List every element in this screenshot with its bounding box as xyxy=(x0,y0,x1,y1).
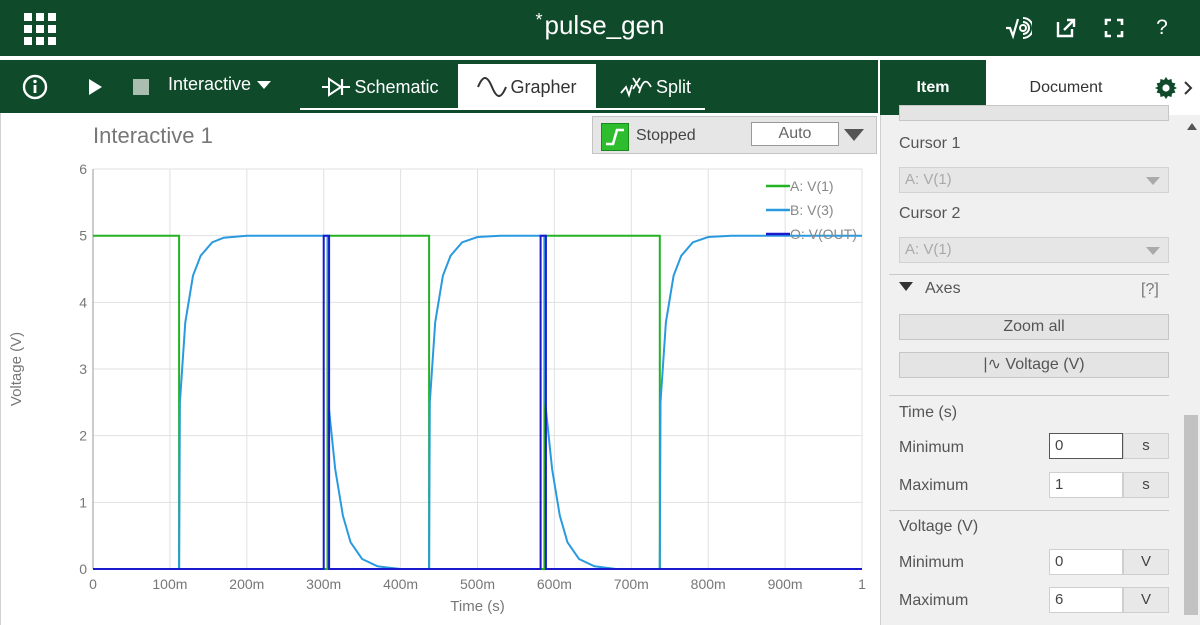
divider xyxy=(889,395,1169,396)
chevron-down-icon[interactable] xyxy=(843,127,865,143)
voltage-axis-label: |∿ Voltage (V) xyxy=(983,356,1085,373)
zoom-all-button[interactable]: Zoom all xyxy=(899,314,1169,340)
y-tick-label: 0 xyxy=(79,561,87,577)
help-icon[interactable]: ? xyxy=(1148,14,1176,42)
gear-icon xyxy=(1154,76,1177,99)
volt-max-label: Maximum xyxy=(899,592,969,609)
scrollbar-thumb[interactable] xyxy=(1184,415,1198,615)
play-icon[interactable] xyxy=(86,72,104,102)
axes-section-title: Axes xyxy=(925,280,961,297)
top-bar: *pulse_gen ? xyxy=(0,0,1200,56)
cursor1-value: A: V(1) xyxy=(905,171,952,188)
run-mode-toggle[interactable] xyxy=(601,123,629,151)
volt-min-label: Minimum xyxy=(899,554,964,571)
chevron-down-icon xyxy=(257,80,272,89)
time-min-label: Minimum xyxy=(899,439,964,456)
tabs-underline xyxy=(300,108,705,110)
mode-dropdown[interactable]: Interactive xyxy=(168,74,272,95)
sine-wave-icon xyxy=(477,77,508,97)
document-name: pulse_gen xyxy=(544,10,665,40)
time-min-unit: s xyxy=(1123,433,1169,459)
cursor1-label: Cursor 1 xyxy=(899,135,961,152)
external-link-icon[interactable] xyxy=(1052,14,1080,42)
graph-toolbar: Interactive Schematic Grapher Split xyxy=(0,60,878,113)
x-tick-label: 100m xyxy=(152,576,187,592)
edge-trigger-icon xyxy=(606,128,624,146)
legend-label: B: V(3) xyxy=(790,202,834,218)
y-tick-label: 4 xyxy=(79,294,87,310)
cursor1-select[interactable]: A: V(1) xyxy=(899,167,1169,193)
auto-mode-value: Auto xyxy=(778,125,812,142)
y-tick-label: 6 xyxy=(79,161,87,177)
tab-document-label: Document xyxy=(1029,78,1103,96)
x-tick-label: 400m xyxy=(383,576,418,592)
app-window: *pulse_gen ? Interactive Schematic Graph… xyxy=(0,0,1200,625)
waveform-chart[interactable]: Interactive 1 0 100m 200m 300m 400m 500m 600m 70… xyxy=(1,113,879,625)
diode-icon xyxy=(322,77,351,97)
stop-icon[interactable] xyxy=(132,72,150,102)
info-icon[interactable] xyxy=(22,72,48,102)
cursor2-label: Cursor 2 xyxy=(899,205,961,222)
x-tick-label: 0 xyxy=(89,576,97,592)
y-tick-label: 1 xyxy=(79,494,87,510)
split-icon xyxy=(620,77,652,98)
fullscreen-icon[interactable] xyxy=(1100,14,1128,42)
voltage-axis-button[interactable]: |∿ Voltage (V) xyxy=(899,352,1169,378)
auto-mode-select[interactable]: Auto xyxy=(751,122,839,146)
volt-max-unit: V xyxy=(1123,587,1169,613)
volt-min-unit: V xyxy=(1123,549,1169,575)
zoom-all-label: Zoom all xyxy=(1003,318,1065,335)
chart-title: Interactive 1 xyxy=(93,123,213,148)
cursor2-select[interactable]: A: V(1) xyxy=(899,237,1169,263)
hidden-panel-button[interactable] xyxy=(899,105,1169,121)
tab-grapher-label: Grapher xyxy=(510,76,577,97)
x-axis-label: Time (s) xyxy=(450,598,504,615)
y-axis-label: Voltage (V) xyxy=(8,332,25,406)
tab-grapher[interactable]: Grapher xyxy=(458,64,596,110)
properties-panel: Cursor 1 A: V(1) Cursor 2 A: V(1) Axes [… xyxy=(880,105,1200,625)
time-max-input[interactable]: 1 xyxy=(1049,472,1123,498)
tab-schematic-label: Schematic xyxy=(354,76,439,97)
simulation-status: Stopped xyxy=(636,127,696,144)
probe-icon[interactable] xyxy=(1004,14,1032,42)
chevron-down-icon xyxy=(1146,247,1160,255)
x-tick-label: 300m xyxy=(306,576,341,592)
divider xyxy=(889,510,1169,511)
chevron-down-icon xyxy=(1146,177,1160,185)
time-min-input[interactable]: 0 xyxy=(1049,433,1123,459)
time-max-unit: s xyxy=(1123,472,1169,498)
x-tick-label: 500m xyxy=(460,576,495,592)
simulation-status-bar: Stopped Auto xyxy=(592,116,877,154)
tab-split-label: Split xyxy=(655,76,691,97)
divider xyxy=(889,274,1169,275)
y-tick-label: 2 xyxy=(79,428,87,444)
tab-schematic[interactable]: Schematic xyxy=(316,64,444,110)
tab-split[interactable]: Split xyxy=(610,64,700,110)
volt-max-input[interactable]: 6 xyxy=(1049,587,1123,613)
graph-area[interactable]: Interactive 1 0 100m 200m 300m 400m 500m 600m 70… xyxy=(0,113,878,625)
x-tick-label: 900m xyxy=(768,576,803,592)
x-tick-label: 200m xyxy=(229,576,264,592)
y-tick-label: 5 xyxy=(79,228,87,244)
y-tick-label: 3 xyxy=(79,361,87,377)
legend-label: O: V(OUT) xyxy=(790,226,857,242)
x-tick-label: 600m xyxy=(537,576,572,592)
x-tick-label: 700m xyxy=(614,576,649,592)
chevron-right-icon xyxy=(1183,80,1192,95)
modified-indicator: * xyxy=(535,10,543,30)
time-max-label: Maximum xyxy=(899,477,969,494)
time-section-title: Time (s) xyxy=(899,404,958,421)
x-tick-label: 1 xyxy=(858,576,866,592)
axes-help-link[interactable]: [?] xyxy=(1141,281,1159,299)
mode-label: Interactive xyxy=(168,74,252,94)
x-tick-label: 800m xyxy=(691,576,726,592)
scroll-up-icon[interactable] xyxy=(1187,123,1197,130)
collapse-triangle-icon[interactable] xyxy=(899,282,913,292)
legend-label: A: V(1) xyxy=(790,178,834,194)
tab-item-label: Item xyxy=(916,78,950,96)
volt-min-input[interactable]: 0 xyxy=(1049,549,1123,575)
voltage-section-title: Voltage (V) xyxy=(899,518,979,535)
cursor2-value: A: V(1) xyxy=(905,241,952,258)
